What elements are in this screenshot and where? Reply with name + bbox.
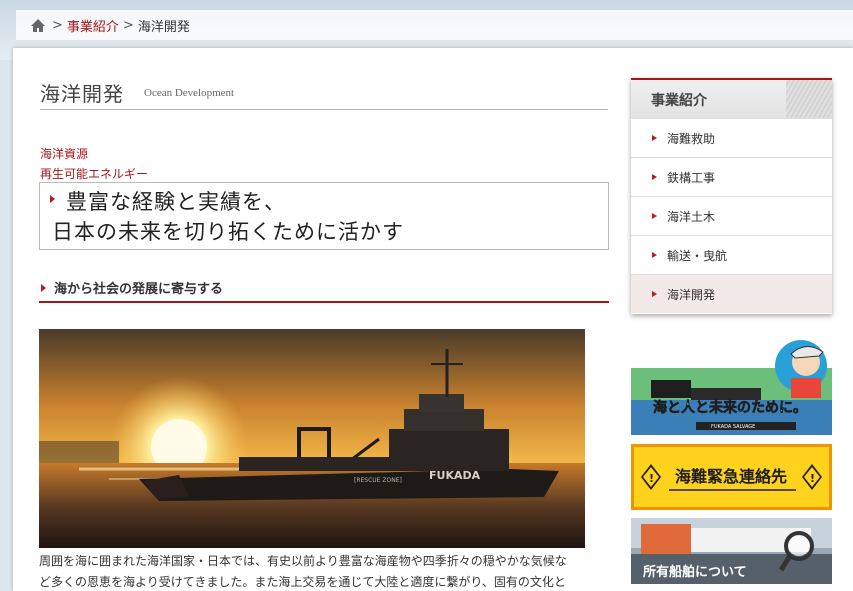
- section-heading-text: 海から社会の発展に寄与する: [54, 282, 224, 297]
- svg-text:!: !: [810, 472, 815, 485]
- svg-text:!: !: [649, 472, 654, 485]
- bullet-triangle-icon: [652, 174, 657, 180]
- banner3-text: 所有船舶について: [643, 564, 747, 580]
- body-text-line-1: 周囲を海に囲まれた海洋国家・日本では、有史以前より豊富な海産物や四季折々の穏やか…: [39, 554, 567, 568]
- bullet-triangle-icon: [652, 291, 657, 297]
- sidebar-heading: 事業紹介: [631, 80, 832, 118]
- bullet-triangle-icon: [41, 284, 46, 292]
- sidebar-item-label: 鉄構工事: [667, 170, 716, 185]
- body-text-line-2: ど多くの恩恵を海より受けてきました。また海上交易を通じて大陸と適度に繋がり、固有…: [39, 575, 566, 589]
- category-link-marine-resources[interactable]: 海洋資源: [40, 145, 88, 162]
- page-title-en: Ocean Development: [144, 87, 235, 99]
- banner1-small-text: FUKADA SALVAGE: [711, 424, 755, 430]
- banner2-text: 海難緊急連絡先: [675, 467, 787, 486]
- bullet-triangle-icon: [652, 252, 657, 258]
- breadcrumb: > 事業紹介 > 海洋開発: [16, 10, 853, 40]
- headline-box: 豊富な経験と実績を、 日本の未来を切り拓くために活かす: [39, 182, 609, 250]
- page-title: 海洋開発 Ocean Development: [40, 78, 608, 110]
- sidebar-item-ocean-development[interactable]: 海洋開発: [631, 274, 832, 313]
- breadcrumb-current: 海洋開発: [137, 19, 190, 35]
- sidebar-item-transport-towing[interactable]: 輸送・曳航: [631, 235, 832, 274]
- breadcrumb-separator: >: [122, 17, 134, 33]
- sidebar-item-salvage[interactable]: 海難救助: [631, 118, 832, 157]
- sidebar-item-steel-construction[interactable]: 鉄構工事: [631, 157, 832, 196]
- ship-name-label: FUKADA: [429, 469, 481, 482]
- page-title-jp: 海洋開発: [40, 82, 124, 106]
- bullet-triangle-icon: [50, 195, 55, 203]
- category-link-renewable-energy[interactable]: 再生可能エネルギー: [40, 165, 148, 182]
- bullet-triangle-icon: [652, 135, 657, 141]
- banner-owned-vessels[interactable]: 所有船舶について: [631, 518, 832, 584]
- banner1-text: 海と人と未来のために。: [653, 399, 807, 416]
- body-text: 周囲を海に囲まれた海洋国家・日本では、有史以前より豊富な海産物や四季折々の穏やか…: [39, 551, 609, 591]
- headline-line-2: 日本の未来を切り拓くために活かす: [52, 220, 404, 244]
- ship-deck-label: [RESCUE ZONE]: [354, 477, 402, 484]
- sidebar-item-label: 海洋土木: [667, 209, 716, 224]
- sidebar-menu: 事業紹介 海難救助 鉄構工事 海洋土木 輸送・曳航 海洋開発: [631, 78, 832, 314]
- sidebar-item-label: 海難救助: [667, 131, 716, 146]
- section-heading: 海から社会の発展に寄与する: [39, 278, 609, 303]
- bullet-triangle-icon: [652, 213, 657, 219]
- sidebar-item-label: 輸送・曳航: [667, 248, 728, 263]
- headline-line-1: 豊富な経験と実績を、: [66, 190, 286, 214]
- banner-sea-people-future[interactable]: 海と人と未来のために。 FUKADA SALVAGE: [631, 340, 832, 435]
- ship-sunset-photo: FUKADA [RESCUE ZONE]: [39, 329, 585, 548]
- sidebar-item-label: 海洋開発: [667, 287, 716, 302]
- sidebar-item-marine-civil[interactable]: 海洋土木: [631, 196, 832, 235]
- banner-emergency-contact[interactable]: ! ! 海難緊急連絡先: [631, 444, 832, 510]
- home-icon[interactable]: [30, 18, 46, 33]
- breadcrumb-separator: >: [52, 17, 63, 33]
- breadcrumb-link-business[interactable]: 事業紹介: [67, 16, 119, 35]
